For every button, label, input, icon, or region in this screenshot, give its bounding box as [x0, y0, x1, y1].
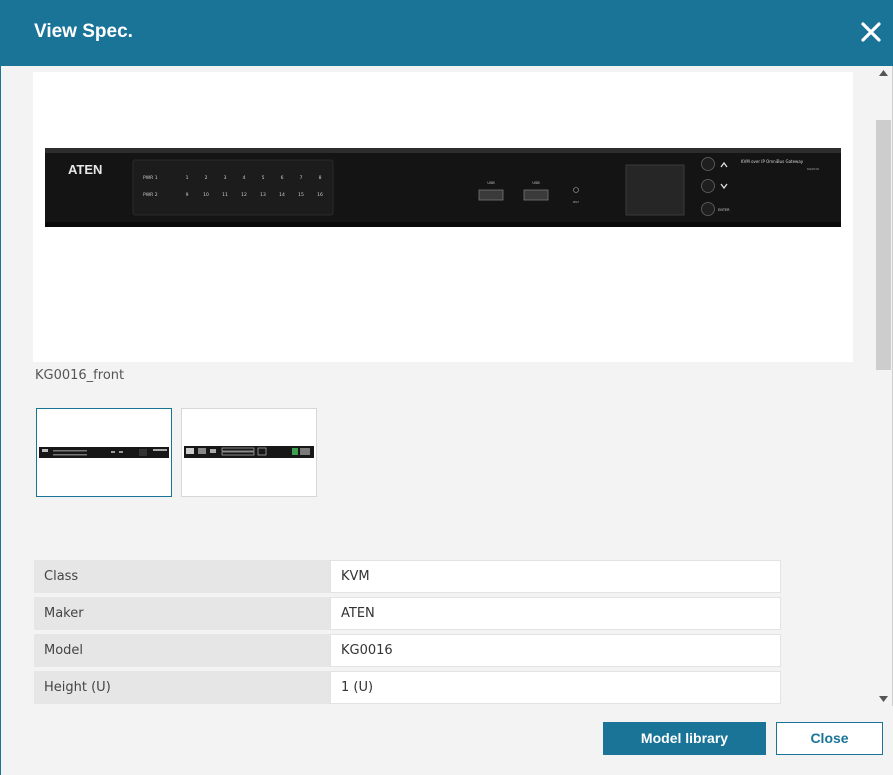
spec-row: Maker ATEN [34, 597, 781, 630]
spec-row: Height (U) 1 (U) [34, 671, 781, 704]
thumbnail-rear[interactable] [181, 408, 317, 497]
port-number-label: 4 [243, 175, 246, 181]
device-brand-logo: ATEN [68, 162, 102, 177]
thumbnail-front[interactable] [36, 408, 172, 497]
port-number-label: 6 [281, 175, 284, 181]
port-number-label: 11 [222, 192, 228, 198]
svg-text:KVM over IP OmniBus Gateway: KVM over IP OmniBus Gateway [741, 159, 804, 164]
port-number-label: 8 [319, 175, 322, 181]
model-library-button[interactable]: Model library [603, 722, 766, 755]
svg-text:RST: RST [573, 200, 579, 204]
dialog-footer: Model library Close [1, 706, 893, 775]
svg-text:KG0016: KG0016 [807, 167, 819, 171]
scroll-down-arrow-icon[interactable] [879, 696, 888, 702]
vertical-scrollbar[interactable] [875, 66, 892, 706]
port-number-label: 16 [317, 192, 323, 198]
svg-text:ENTER: ENTER [718, 208, 730, 212]
spec-label: Class [34, 560, 330, 593]
spec-value: 1 (U) [330, 671, 781, 704]
spec-row: Class KVM [34, 560, 781, 593]
view-spec-dialog: View Spec. ATEN PWR 1 PWR 2 12345678 9 10… [0, 0, 893, 775]
close-icon[interactable] [856, 16, 886, 48]
usb-port-1 [478, 189, 504, 201]
port-number-label: 3 [224, 175, 227, 181]
spec-row: Model KG0016 [34, 634, 781, 667]
port-number-label: 15 [298, 192, 304, 198]
spec-value: KG0016 [330, 634, 781, 667]
product-main-image: ATEN PWR 1 PWR 2 12345678 9 10 11 12 13 14 15 1… [33, 72, 853, 362]
spec-label: Model [34, 634, 330, 667]
port-number-label: 2 [205, 175, 208, 181]
spec-label: Maker [34, 597, 330, 630]
port-number-label: 12 [241, 192, 247, 198]
scrollbar-thumb[interactable] [876, 120, 891, 370]
svg-text:USB: USB [487, 181, 495, 185]
dialog-titlebar: View Spec. [1, 0, 893, 66]
port-number-label: 14 [279, 192, 285, 198]
scroll-up-arrow-icon[interactable] [879, 70, 888, 76]
image-caption: KG0016_front [35, 368, 125, 383]
spec-label: Height (U) [34, 671, 330, 704]
spec-table: Class KVM Maker ATEN Model KG0016 Height… [34, 560, 781, 706]
dialog-title: View Spec. [34, 21, 133, 42]
svg-text:PWR 1: PWR 1 [143, 175, 158, 181]
usb-port-2 [523, 189, 549, 201]
svg-text:USB: USB [532, 181, 540, 185]
svg-text:PWR 2: PWR 2 [143, 192, 158, 198]
close-button[interactable]: Close [776, 722, 883, 755]
spec-value: KVM [330, 560, 781, 593]
dialog-content: ATEN PWR 1 PWR 2 12345678 9 10 11 12 13 14 15 1… [1, 66, 877, 706]
port-number-label: 7 [300, 175, 303, 181]
port-number-label: 1 [186, 175, 189, 181]
port-number-label: 10 [203, 192, 209, 198]
port-number-label: 5 [262, 175, 265, 181]
device-lcd [625, 164, 685, 216]
port-number-label: 13 [260, 192, 266, 198]
port-number-label: 9 [186, 192, 189, 198]
spec-value: ATEN [330, 597, 781, 630]
